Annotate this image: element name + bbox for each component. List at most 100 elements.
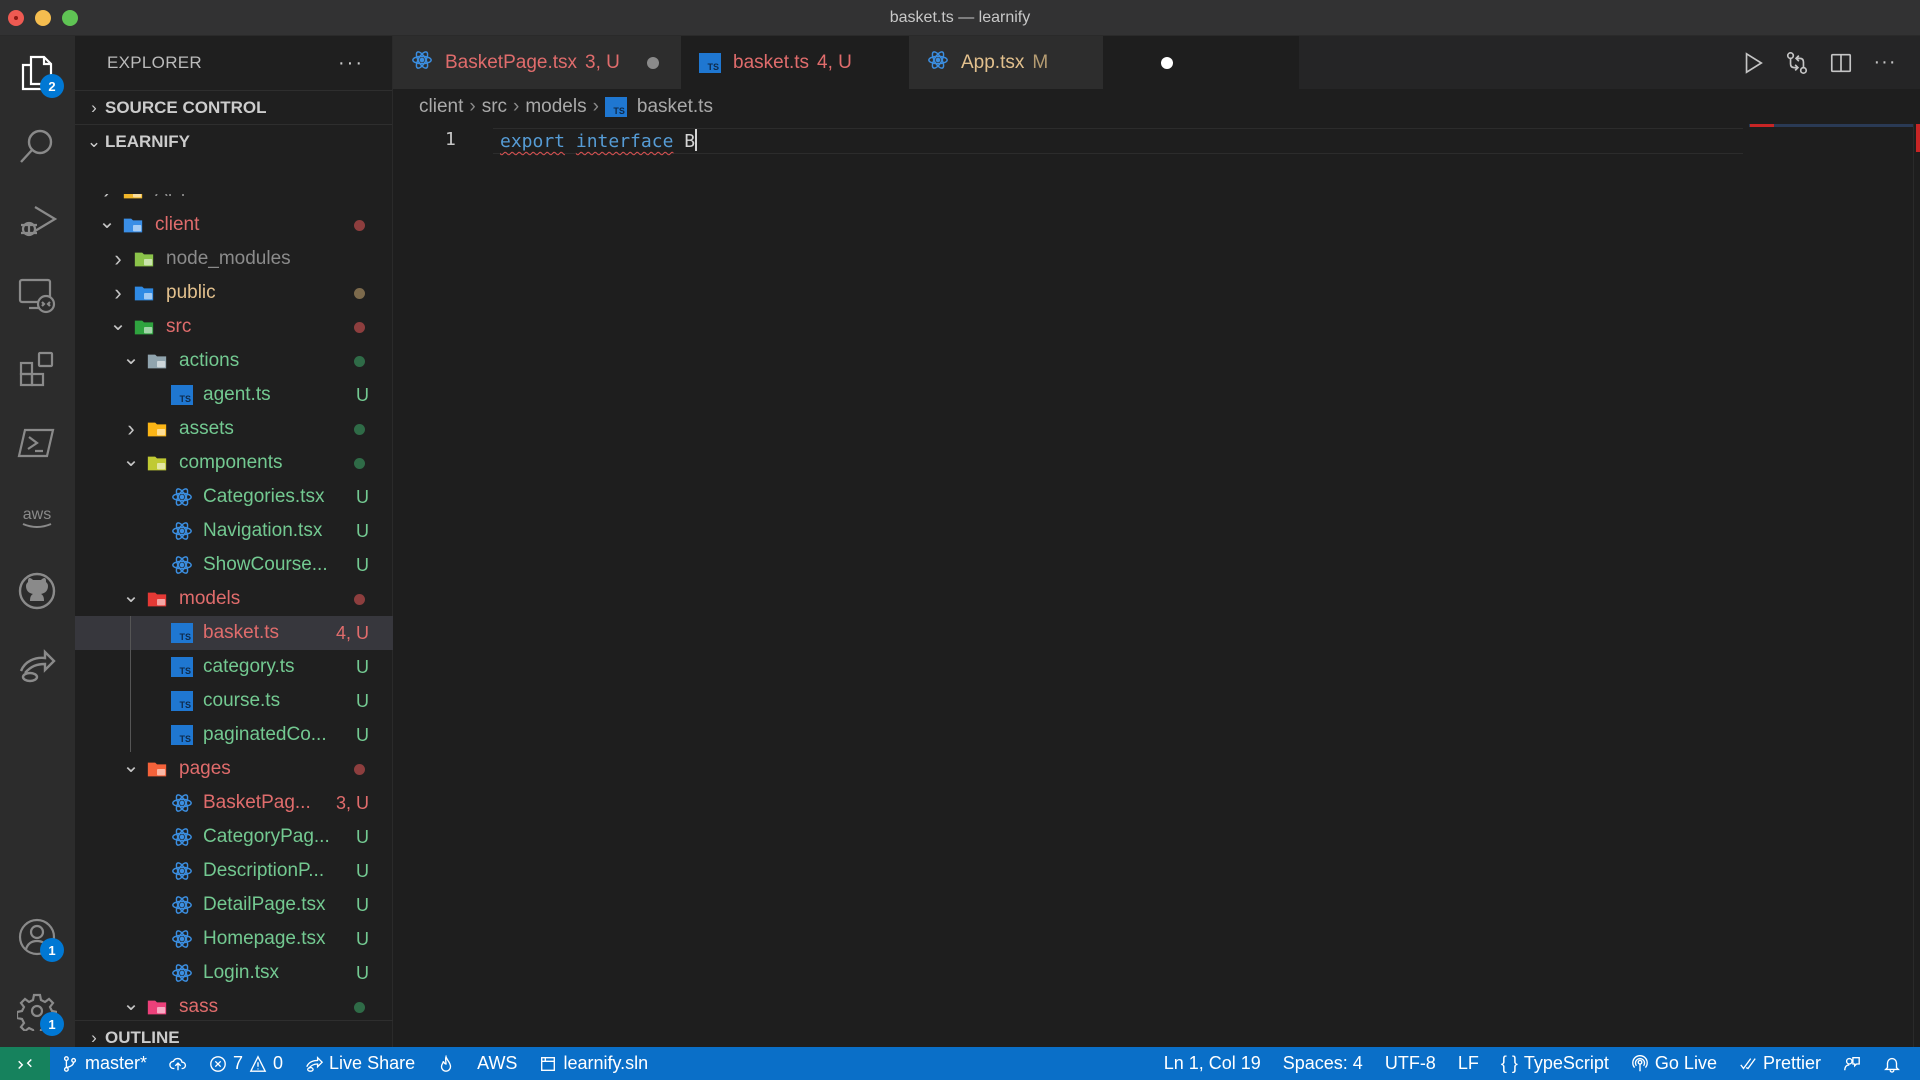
chevron-down-icon[interactable]: ⌄	[121, 578, 141, 612]
workspace-section[interactable]: ⌄ LEARNIFY	[75, 124, 392, 158]
tree-item-label: Categories.tsx	[203, 486, 325, 507]
chevron-down-icon[interactable]: ⌄	[121, 340, 141, 374]
search-button[interactable]	[14, 124, 60, 170]
tree-folder[interactable]: ⌄ models	[75, 582, 393, 616]
compare-changes-icon[interactable]	[1784, 50, 1810, 76]
unsaved-dot-icon[interactable]	[647, 57, 659, 69]
chevron-right-icon[interactable]: ›	[108, 242, 128, 276]
aws-button[interactable]: aws	[14, 494, 60, 540]
chevron-down-icon[interactable]: ⌄	[121, 986, 141, 1020]
feedback-icon	[1844, 1056, 1860, 1070]
explorer-button[interactable]: 2	[14, 50, 64, 98]
solution-button[interactable]: learnify.sln	[528, 1047, 659, 1080]
explorer-more-actions-button[interactable]: ···	[338, 52, 364, 75]
problems-button[interactable]: 7 0	[198, 1047, 294, 1080]
breadcrumb-item[interactable]: basket.ts	[637, 96, 713, 118]
github-button[interactable]	[14, 568, 60, 614]
feedback-button[interactable]	[1832, 1047, 1872, 1080]
tree-folder[interactable]: ›API	[75, 194, 393, 208]
unsaved-dot-icon[interactable]	[1161, 57, 1173, 69]
language-mode-button[interactable]: { } TypeScript	[1490, 1047, 1620, 1080]
tree-folder[interactable]: › node_modules	[75, 242, 393, 276]
code-editor[interactable]: 1 export interface B	[393, 124, 1920, 1047]
tree-folder[interactable]: ⌄ sass	[75, 990, 393, 1020]
eol-button[interactable]: LF	[1447, 1047, 1490, 1080]
tree-file[interactable]: BasketPag... 3, U	[75, 786, 393, 820]
tree-item-label: agent.ts	[203, 384, 271, 405]
tab-label: basket.ts	[733, 51, 810, 73]
tree-file[interactable]: Navigation.tsx U	[75, 514, 393, 548]
live-share-icon	[306, 1055, 324, 1072]
accounts-button[interactable]: 1	[14, 914, 64, 962]
tree-folder[interactable]: ⌄ pages	[75, 752, 393, 786]
chevron-right-icon[interactable]: ›	[121, 412, 141, 446]
tree-file[interactable]: DescriptionP... U	[75, 854, 393, 888]
git-status-dot	[354, 288, 365, 299]
chevron-down-icon[interactable]: ⌄	[97, 204, 117, 238]
flame-icon	[440, 1054, 452, 1072]
breadcrumb-item[interactable]: src	[482, 96, 507, 118]
go-live-button[interactable]: Go Live	[1620, 1047, 1728, 1080]
chevron-right-icon[interactable]: ›	[108, 276, 128, 310]
sync-button[interactable]	[158, 1047, 198, 1080]
chevron-down-icon[interactable]: ⌄	[121, 442, 141, 476]
chevron-down-icon[interactable]: ⌄	[108, 306, 128, 340]
live-share-button[interactable]	[14, 642, 60, 688]
remote-explorer-icon	[18, 278, 56, 314]
models-folder-icon	[145, 587, 169, 611]
aws-status-button[interactable]: AWS	[466, 1047, 528, 1080]
tree-folder[interactable]: › public	[75, 276, 393, 310]
tree-item-label: pages	[179, 758, 231, 779]
live-share-status-button[interactable]: Live Share	[294, 1047, 426, 1080]
indentation-button[interactable]: Spaces: 4	[1272, 1047, 1374, 1080]
git-status-dot	[354, 220, 365, 231]
tree-folder[interactable]: ⌄ src	[75, 310, 393, 344]
prettier-button[interactable]: Prettier	[1728, 1047, 1832, 1080]
section-label: SOURCE CONTROL	[105, 97, 267, 117]
run-icon[interactable]	[1740, 50, 1766, 76]
tree-file[interactable]: Categories.tsx U	[75, 480, 393, 514]
source-control-section[interactable]: › SOURCE CONTROL	[75, 90, 392, 124]
chevron-right-icon: ›	[469, 96, 476, 117]
tree-file[interactable]: DetailPage.tsx U	[75, 888, 393, 922]
tree-file[interactable]: TS course.ts U	[75, 684, 393, 718]
remote-indicator-button[interactable]	[0, 1047, 50, 1080]
tree-file[interactable]: CategoryPag... U	[75, 820, 393, 854]
git-status-badge: U	[356, 860, 369, 881]
tree-file[interactable]: ShowCourse... U	[75, 548, 393, 582]
tree-folder[interactable]: ⌄ components	[75, 446, 393, 480]
extensions-button[interactable]	[14, 346, 60, 392]
tree-item-label: category.ts	[203, 656, 295, 677]
git-status-dot	[354, 322, 365, 333]
breadcrumb-item[interactable]: models	[525, 96, 586, 118]
code-line[interactable]: export interface B	[500, 129, 698, 152]
settings-button[interactable]: 1	[14, 988, 64, 1036]
encoding-button[interactable]: UTF-8	[1374, 1047, 1447, 1080]
remote-explorer-button[interactable]	[14, 272, 60, 318]
tree-folder[interactable]: ⌄ client	[75, 208, 393, 242]
scrollbar-error-marker	[1916, 124, 1920, 152]
editor-scrollbar[interactable]	[1913, 124, 1914, 1047]
run-debug-button[interactable]	[14, 198, 60, 244]
cursor-position-button[interactable]: Ln 1, Col 19	[1153, 1047, 1272, 1080]
tree-folder[interactable]: › assets	[75, 412, 393, 446]
tree-file[interactable]: Login.tsx U	[75, 956, 393, 990]
powershell-button[interactable]	[14, 420, 60, 466]
tree-file[interactable]: Homepage.tsx U	[75, 922, 393, 956]
tree-item-label: sass	[179, 996, 219, 1017]
branch-button[interactable]: master*	[50, 1047, 158, 1080]
notifications-button[interactable]	[1872, 1047, 1912, 1080]
tree-file[interactable]: TS paginatedCo... U	[75, 718, 393, 752]
tree-file[interactable]: TS agent.ts U	[75, 378, 393, 412]
flame-button[interactable]	[426, 1047, 466, 1080]
split-editor-icon[interactable]	[1828, 50, 1854, 76]
chevron-down-icon[interactable]: ⌄	[121, 748, 141, 782]
tab-app-tsx[interactable]: App.tsx M	[909, 36, 1103, 89]
tree-folder[interactable]: ⌄ actions	[75, 344, 393, 378]
tree-file[interactable]: TS category.ts U	[75, 650, 393, 684]
breadcrumb-item[interactable]: client	[419, 96, 463, 118]
tab-basketpage-tsx[interactable]: BasketPage.tsx 3, U	[393, 36, 681, 89]
tree-file[interactable]: TS basket.ts 4, U	[75, 616, 393, 650]
more-actions-icon[interactable]: ···	[1872, 50, 1898, 76]
tab-label: BasketPage.tsx	[445, 51, 578, 73]
